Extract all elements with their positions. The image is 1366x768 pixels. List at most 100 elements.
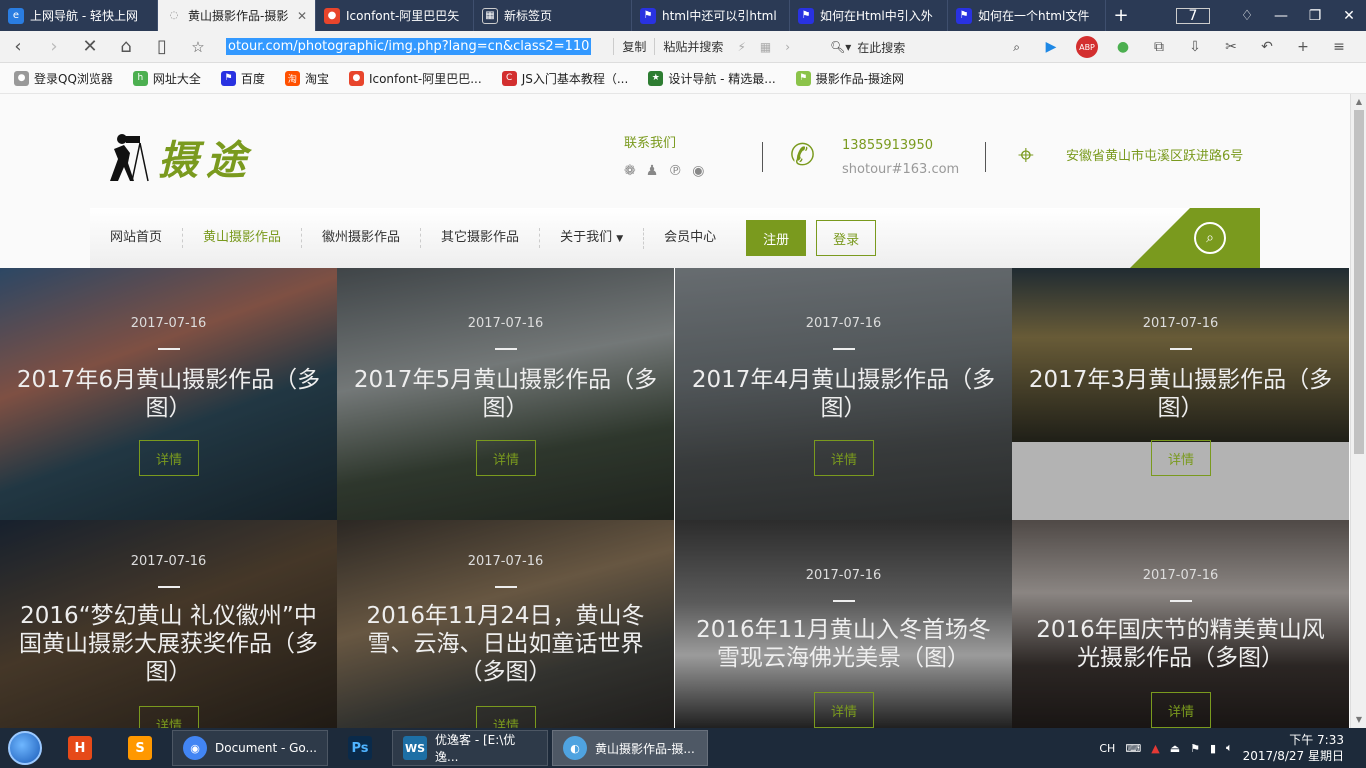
card-detail-button[interactable]: 详情 [476,440,536,476]
login-button[interactable]: 登录 [816,220,877,256]
tab-2[interactable]: ● Iconfont-阿里巴巴矢 [316,0,474,31]
tab-1[interactable]: ◌ 黄山摄影作品-摄影 ✕ [158,0,316,31]
back-button[interactable]: ‹ [0,36,36,57]
scroll-up-icon[interactable]: ▲ [1351,94,1366,110]
extension-icon[interactable]: ⧉ [1148,36,1170,58]
card-detail-button[interactable]: 详情 [139,706,199,728]
nav-huangshan[interactable]: 黄山摄影作品 [183,228,303,248]
weibo-icon[interactable]: ◉ [692,163,704,179]
bookmark-item[interactable]: ★ 设计导航 - 精选最... [648,70,776,87]
wechat-icon[interactable]: ❁ [624,163,636,179]
photo-card[interactable]: 2017-07-16 2016年11月24日，黄山冬雪、云海、日出如童话世界（多图… [337,520,674,728]
action-center-icon[interactable]: ⚑ [1190,742,1200,755]
close-icon[interactable]: ✕ [297,9,307,23]
taskbar-app-qqbrowser[interactable]: ◐ 黄山摄影作品-摄... [552,730,708,766]
card-detail-button[interactable]: 详情 [814,692,874,728]
card-detail-button[interactable]: 详情 [476,706,536,728]
nav-home[interactable]: 网站首页 [90,228,184,248]
url-field[interactable]: otour.com/photographic/img.php?lang=cn&c… [226,36,592,58]
skin-icon[interactable]: ♢ [1230,8,1264,24]
tab-0[interactable]: e 上网导航 - 轻快上网 [0,0,158,31]
qq-icon[interactable]: ♟ [646,163,659,179]
copy-button[interactable]: 复制 [613,38,646,55]
taskbar-pinned-hbuilder[interactable]: H [54,730,106,766]
photo-card[interactable]: 2017-07-16 2017年6月黄山摄影作品（多图） 详情 [0,268,337,520]
bookmark-item[interactable]: 淘淘宝 [284,70,329,87]
window-controls: 7 ♢ — ❐ ✕ [1176,0,1366,31]
menu-icon[interactable]: ≡ [1328,36,1350,58]
card-divider [1170,600,1192,602]
bookmark-item[interactable]: ● Iconfont-阿里巴巴... [348,70,482,87]
download-icon[interactable]: ⇩ [1184,36,1206,58]
keyboard-icon[interactable]: ⌨ [1125,742,1141,755]
taskbar-app-chrome[interactable]: ◉ Document - Go... [172,730,328,766]
taskbar-pinned-sublime[interactable]: S [114,730,166,766]
photo-card[interactable]: 2017-07-16 2017年4月黄山摄影作品（多图） 详情 [675,268,1012,520]
scrollbar-thumb[interactable] [1354,110,1364,454]
tab-count[interactable]: 7 [1176,7,1210,24]
bookmark-item[interactable]: ● 登录QQ浏览器 [14,70,113,87]
reader-icon[interactable]: ▯ [144,36,180,57]
video-icon[interactable]: ▶ [1040,36,1062,58]
tab-5[interactable]: ⚑ 如何在Html中引入外 [790,0,948,31]
nav-huizhou[interactable]: 徽州摄影作品 [302,228,422,248]
nav-about[interactable]: 关于我们 ▼ [540,227,645,249]
nav-other[interactable]: 其它摄影作品 [421,228,541,248]
paste-search-button[interactable]: 粘贴并搜索 [654,38,723,55]
forward-button[interactable]: › [36,36,72,57]
tab-3[interactable]: ▦ 新标签页 [474,0,632,31]
site-logo[interactable]: 摄途 [96,128,254,186]
taskbar-pinned-photoshop[interactable]: Ps [334,730,386,766]
photo-card[interactable]: 2017-07-16 2016年11月黄山入冬首场冬雪现云海佛光美景（图） 详情 [675,520,1012,728]
card-detail-button[interactable]: 详情 [1151,440,1211,476]
photo-card[interactable]: 2017-07-16 2017年5月黄山摄影作品（多图） 详情 [337,268,674,520]
cut-icon[interactable]: ✂ [1220,36,1242,58]
card-detail-button[interactable]: 详情 [1151,692,1211,728]
bookmark-item[interactable]: h 网址大全 [132,70,201,87]
bookmark-item[interactable]: ⚑ 摄影作品-摄途网 [795,70,904,87]
photo-card[interactable]: 2017-07-16 2016年国庆节的精美黄山风光摄影作品（多图） 详情 [1012,520,1349,728]
search-input[interactable]: 在此搜索 [857,39,905,56]
scroll-down-icon[interactable]: ▼ [1351,712,1366,728]
tab-6[interactable]: ⚑ 如何在一个html文件 [948,0,1106,31]
favorite-star-icon[interactable]: ☆ [180,38,216,56]
maximize-button[interactable]: ❐ [1298,8,1332,24]
photo-card[interactable]: 2017-07-16 2017年3月黄山摄影作品（多图） 详情 [1012,268,1349,520]
add-icon[interactable]: + [1292,36,1314,58]
stop-button[interactable]: ✕ [72,36,108,57]
qr-icon[interactable]: ▦ [760,40,771,54]
search-engine-icon[interactable]: 🔍︎▾ [830,40,851,54]
url-text[interactable]: otour.com/photographic/img.php?lang=cn&c… [226,38,592,55]
site-search-button[interactable]: ⌕ [1194,222,1226,254]
start-button[interactable] [0,728,50,768]
taskbar-app-webstorm[interactable]: WS 优逸客 - [E:\优逸... [392,730,548,766]
bookmark-item[interactable]: ⚑ 百度 [220,70,265,87]
home-button[interactable]: ⌂ [108,36,144,57]
pinterest-icon[interactable]: ℗ [668,163,682,179]
new-tab-button[interactable]: + [1106,0,1136,31]
card-detail-button[interactable]: 详情 [139,440,199,476]
language-indicator[interactable]: CH [1099,742,1115,755]
minimize-button[interactable]: — [1264,8,1298,24]
clock[interactable]: 下午 7:33 2017/8/27 星期日 [1243,732,1344,764]
bookmark-item[interactable]: C JS入门基本教程（... [501,70,628,87]
wechat-icon[interactable]: ● [1112,36,1134,58]
nav-member[interactable]: 会员中心 [644,228,736,248]
register-button[interactable]: 注册 [746,220,807,256]
adblock-icon[interactable]: ABP [1076,36,1098,58]
wifi-icon[interactable]: ▮ [1210,742,1216,755]
volume-icon[interactable]: 🔈︎ [1226,741,1233,755]
network-up-icon[interactable]: ▲ [1151,742,1159,755]
search-icon[interactable]: ⌕ [1013,40,1020,55]
lightning-icon[interactable]: ⚡ [737,40,745,54]
vertical-scrollbar[interactable]: ▲ ▼ [1350,94,1366,728]
search-box[interactable]: 🔍︎▾ 在此搜索 ⌕ [830,37,1020,57]
card-detail-button[interactable]: 详情 [814,440,874,476]
close-window-button[interactable]: ✕ [1332,8,1366,24]
photo-grid: 2017-07-16 2017年6月黄山摄影作品（多图） 详情 2017-07-16… [0,268,1350,728]
undo-icon[interactable]: ↶ [1256,36,1278,58]
usb-icon[interactable]: ⏏ [1170,742,1180,755]
chevron-right-icon[interactable]: › [785,40,790,54]
tab-4[interactable]: ⚑ html中还可以引html [632,0,790,31]
photo-card[interactable]: 2017-07-16 2016“梦幻黄山 礼仪徽州”中国黄山摄影大展获奖作品（多图… [0,520,337,728]
